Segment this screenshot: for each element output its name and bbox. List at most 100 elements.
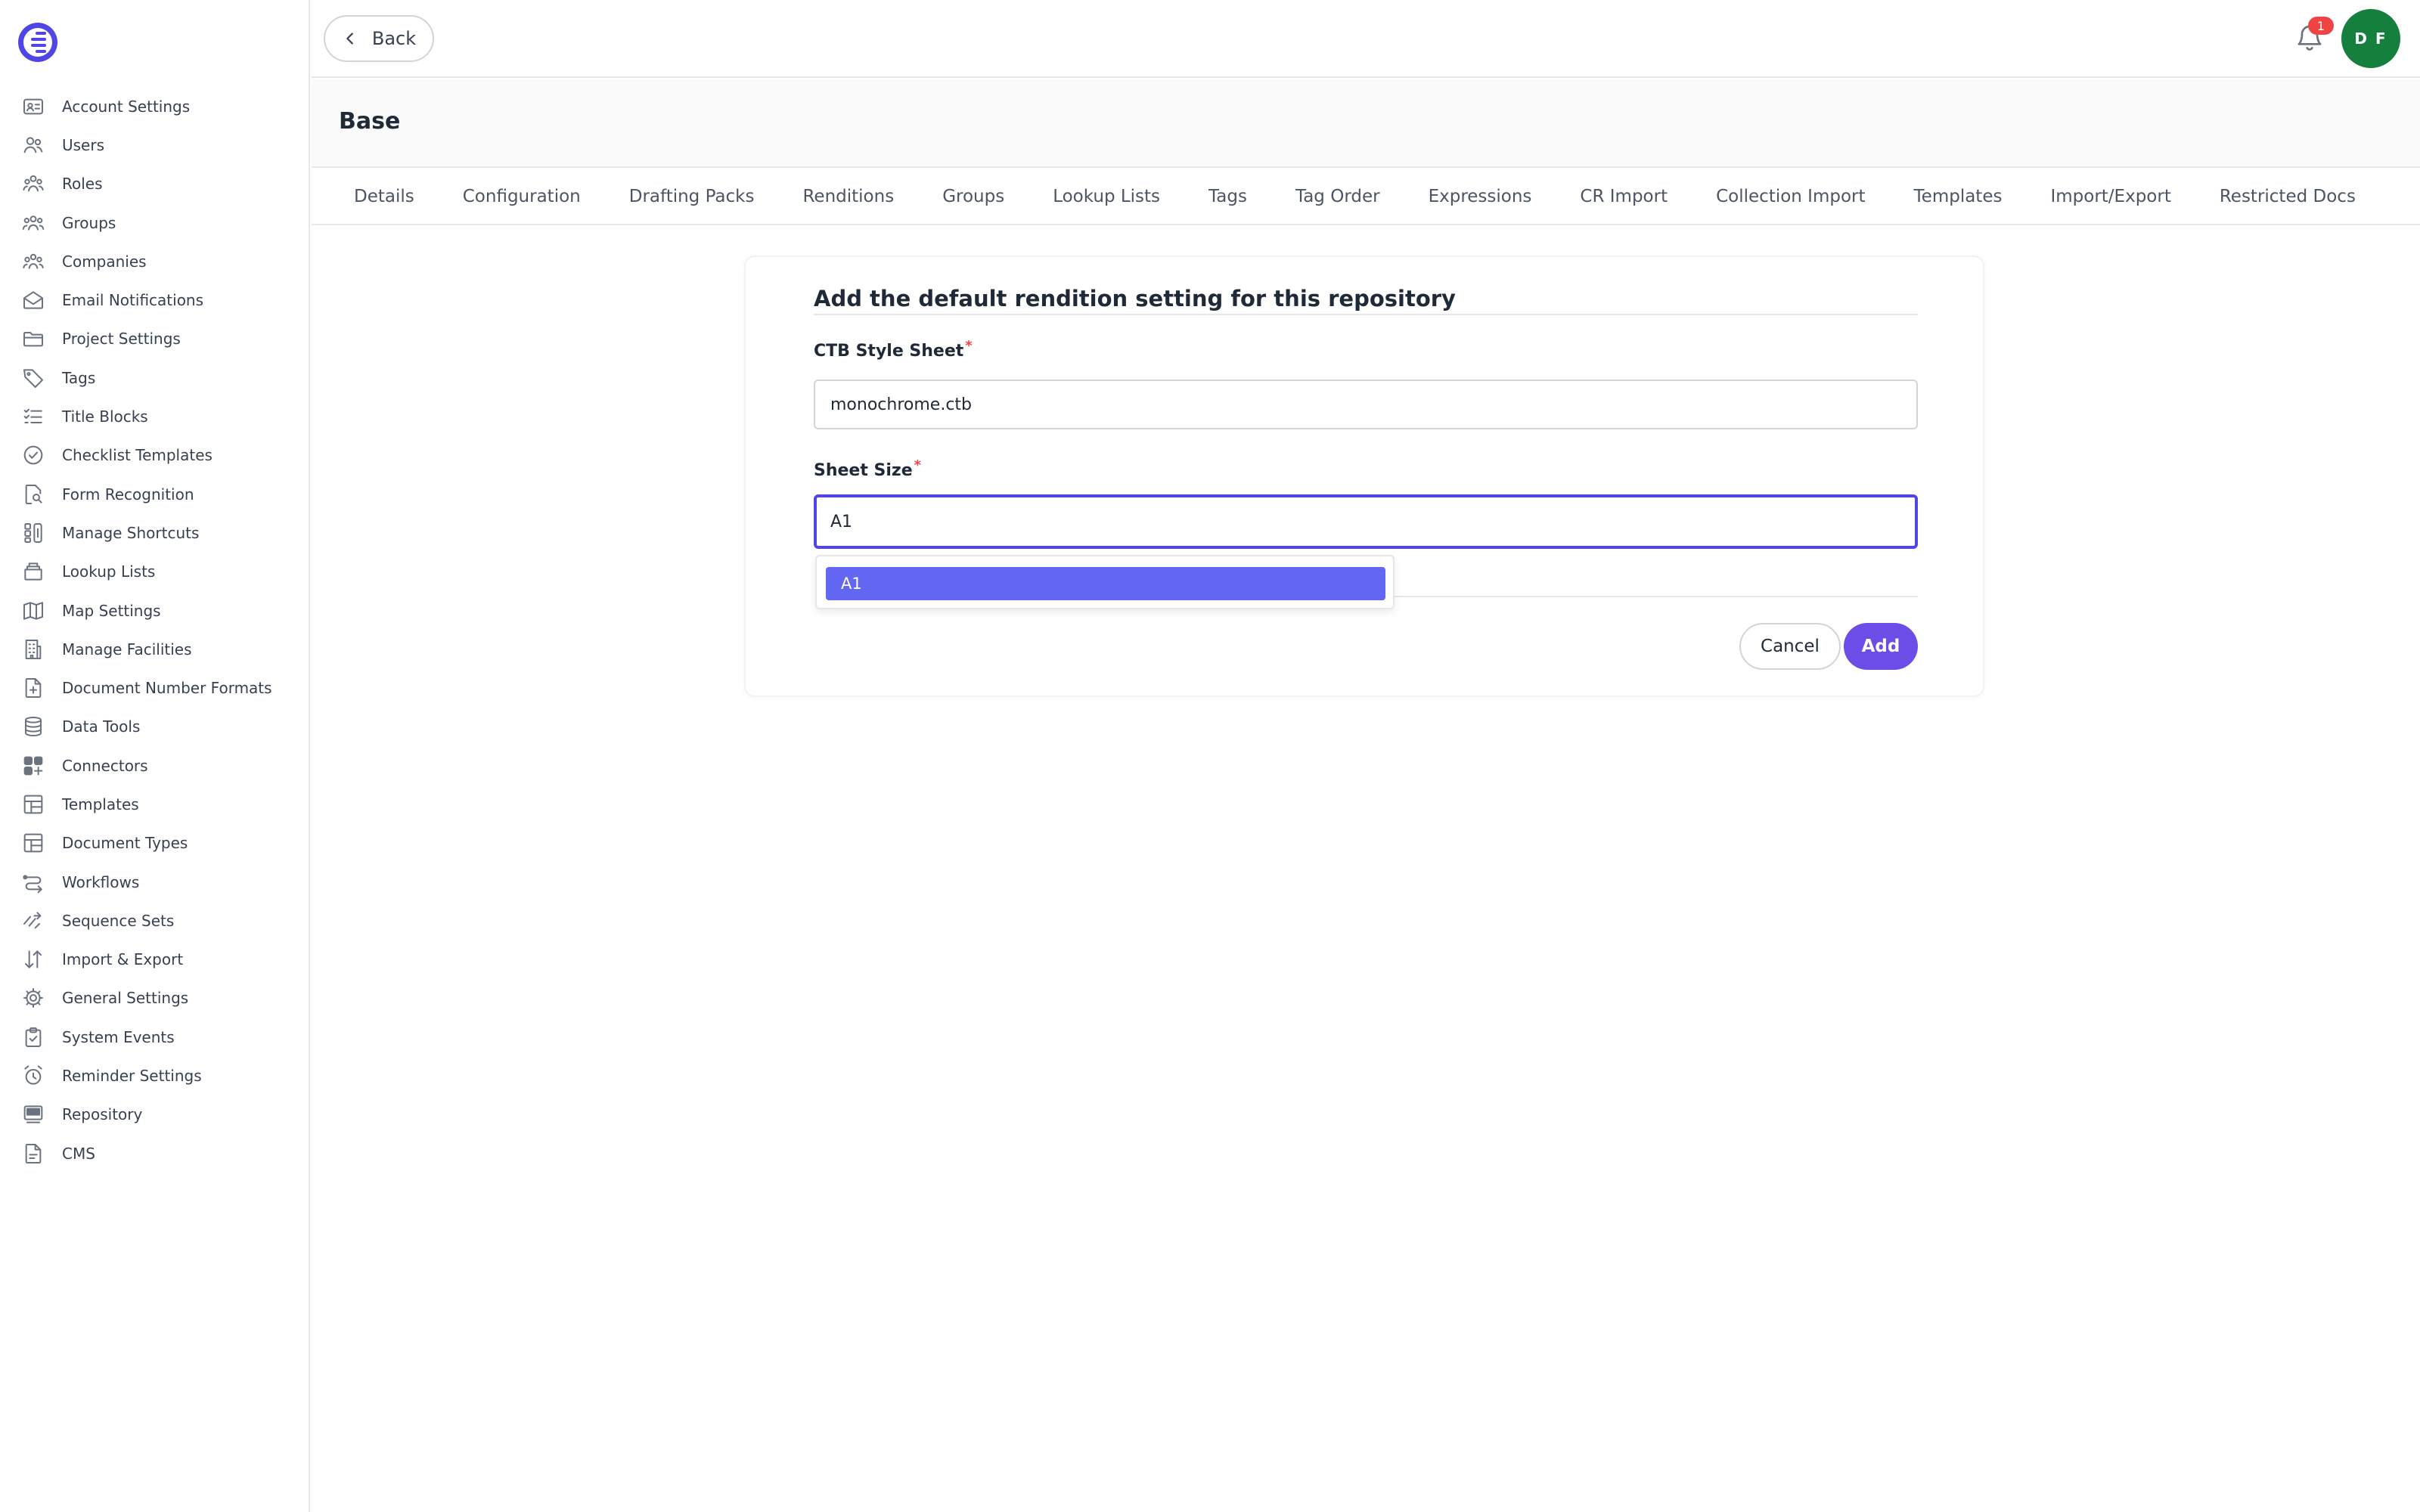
sidebar-item-document-types[interactable]: Document Types bbox=[0, 824, 310, 863]
document-icon bbox=[25, 1143, 42, 1163]
workflow-icon bbox=[23, 874, 42, 893]
building-icon bbox=[25, 639, 42, 659]
sidebar-item-label: Project Settings bbox=[62, 330, 181, 349]
sheet-size-input[interactable] bbox=[814, 494, 1918, 549]
sidebar-item-label: General Settings bbox=[62, 989, 189, 1008]
map-icon bbox=[23, 601, 43, 620]
sidebar-item-data-tools[interactable]: Data Tools bbox=[0, 708, 310, 746]
sidebar-item-label: Data Tools bbox=[62, 717, 141, 736]
tab-groups[interactable]: Groups bbox=[942, 187, 1004, 206]
gear-icon bbox=[23, 988, 43, 1009]
repository-icon bbox=[23, 1105, 43, 1124]
sidebar-item-users[interactable]: Users bbox=[0, 125, 310, 164]
sidebar-item-label: Repository bbox=[62, 1105, 143, 1124]
sidebar-item-map-settings[interactable]: Map Settings bbox=[0, 591, 310, 630]
tab-drafting-packs[interactable]: Drafting Packs bbox=[629, 187, 755, 206]
sheet-size-dropdown: A1 bbox=[815, 555, 1395, 609]
companies-icon bbox=[23, 253, 44, 269]
groups-icon bbox=[22, 215, 45, 231]
stack-icon bbox=[24, 562, 42, 581]
sidebar-item-import-and-export[interactable]: Import & Export bbox=[0, 940, 310, 979]
sidebar-nav: Account Settings Users Roles Groups Companie… bbox=[0, 87, 310, 1173]
sidebar-item-system-events[interactable]: System Events bbox=[0, 1018, 310, 1056]
sidebar-item-account-settings[interactable]: Account Settings bbox=[0, 87, 310, 125]
tab-collection-import[interactable]: Collection Import bbox=[1716, 187, 1865, 206]
roles-icon bbox=[23, 175, 44, 192]
rendition-form-card: Add the default rendition setting for th… bbox=[744, 256, 1984, 697]
sidebar-item-cms[interactable]: CMS bbox=[0, 1134, 310, 1173]
sidebar-item-email-notifications[interactable]: Email Notifications bbox=[0, 280, 310, 319]
sidebar-item-label: CMS bbox=[62, 1144, 95, 1163]
ctb-style-sheet-label: CTB Style Sheet * bbox=[814, 338, 973, 361]
layout-icon bbox=[23, 795, 43, 814]
add-button[interactable]: Add bbox=[1844, 623, 1918, 670]
sidebar-item-project-settings[interactable]: Project Settings bbox=[0, 320, 310, 358]
sidebar-item-tags[interactable]: Tags bbox=[0, 358, 310, 397]
sidebar-item-manage-facilities[interactable]: Manage Facilities bbox=[0, 630, 310, 668]
sidebar-item-label: Checklist Templates bbox=[62, 446, 213, 465]
sidebar-item-label: Document Number Formats bbox=[62, 679, 272, 698]
sidebar-item-label: Workflows bbox=[62, 872, 140, 891]
user-avatar[interactable]: D F bbox=[2341, 9, 2400, 68]
cancel-button[interactable]: Cancel bbox=[1739, 623, 1841, 670]
file-search-icon bbox=[25, 484, 42, 504]
form-footer-divider bbox=[1395, 596, 1918, 597]
sidebar-item-label: Users bbox=[62, 135, 105, 154]
sidebar-item-label: Groups bbox=[62, 213, 116, 232]
sidebar-item-lookup-lists[interactable]: Lookup Lists bbox=[0, 553, 310, 591]
sidebar-item-companies[interactable]: Companies bbox=[0, 242, 310, 280]
dropdown-option-a1[interactable]: A1 bbox=[826, 567, 1385, 600]
database-icon bbox=[25, 717, 42, 737]
file-plus-icon bbox=[25, 678, 42, 699]
sidebar-item-title-blocks[interactable]: Title Blocks bbox=[0, 397, 310, 435]
sidebar-item-label: Import & Export bbox=[62, 950, 184, 969]
tab-configuration[interactable]: Configuration bbox=[463, 187, 581, 206]
grid-plus-icon bbox=[23, 756, 43, 776]
back-button[interactable]: Back bbox=[324, 15, 434, 62]
sidebar-item-form-recognition[interactable]: Form Recognition bbox=[0, 475, 310, 513]
tab-lookup-lists[interactable]: Lookup Lists bbox=[1053, 187, 1160, 206]
tab-restricted-docs[interactable]: Restricted Docs bbox=[2220, 187, 2356, 206]
sidebar-item-connectors[interactable]: Connectors bbox=[0, 746, 310, 785]
tab-tags[interactable]: Tags bbox=[1208, 187, 1247, 206]
mail-open-icon bbox=[23, 291, 43, 309]
sidebar-item-checklist-templates[interactable]: Checklist Templates bbox=[0, 436, 310, 475]
sidebar-item-label: Companies bbox=[62, 252, 147, 271]
sidebar-item-general-settings[interactable]: General Settings bbox=[0, 979, 310, 1018]
sidebar-item-roles[interactable]: Roles bbox=[0, 165, 310, 203]
sidebar-item-label: Email Notifications bbox=[62, 291, 204, 310]
arrows-updown-icon bbox=[25, 950, 42, 968]
check-circle-icon bbox=[23, 445, 43, 465]
tab-details[interactable]: Details bbox=[354, 187, 414, 206]
app-logo-icon[interactable] bbox=[18, 23, 57, 62]
tab-tag-order[interactable]: Tag Order bbox=[1295, 187, 1380, 206]
sidebar-item-manage-shortcuts[interactable]: Manage Shortcuts bbox=[0, 513, 310, 552]
sidebar-item-label: Reminder Settings bbox=[62, 1067, 202, 1086]
tab-templates[interactable]: Templates bbox=[1914, 187, 2003, 206]
tab-expressions[interactable]: Expressions bbox=[1429, 187, 1532, 206]
sidebar-item-workflows[interactable]: Workflows bbox=[0, 863, 310, 901]
sidebar-item-templates[interactable]: Templates bbox=[0, 785, 310, 823]
sidebar-item-label: Account Settings bbox=[62, 97, 191, 116]
sidebar-item-groups[interactable]: Groups bbox=[0, 203, 310, 242]
sequence-icon bbox=[23, 912, 42, 929]
tab-cr-import[interactable]: CR Import bbox=[1580, 187, 1668, 206]
sidebar-item-document-number-formats[interactable]: Document Number Formats bbox=[0, 668, 310, 707]
sidebar-item-label: System Events bbox=[62, 1027, 175, 1046]
tab-renditions[interactable]: Renditions bbox=[802, 187, 894, 206]
chevron-left-icon bbox=[346, 33, 353, 45]
notification-badge: 1 bbox=[2308, 17, 2334, 35]
id-card-icon bbox=[23, 98, 43, 114]
sidebar-item-label: Roles bbox=[62, 175, 103, 194]
back-button-label: Back bbox=[371, 28, 417, 49]
sidebar-item-reminder-settings[interactable]: Reminder Settings bbox=[0, 1056, 310, 1095]
shortcut-icon bbox=[24, 522, 42, 543]
sidebar-item-label: Connectors bbox=[62, 756, 148, 775]
ctb-style-sheet-input[interactable] bbox=[814, 380, 1918, 429]
required-mark: * bbox=[965, 338, 973, 354]
tab-import-export[interactable]: Import/Export bbox=[2050, 187, 2170, 206]
sidebar-item-sequence-sets[interactable]: Sequence Sets bbox=[0, 901, 310, 940]
layout-icon bbox=[23, 833, 43, 853]
sidebar-item-repository[interactable]: Repository bbox=[0, 1095, 310, 1134]
clipboard-check-icon bbox=[25, 1027, 42, 1047]
